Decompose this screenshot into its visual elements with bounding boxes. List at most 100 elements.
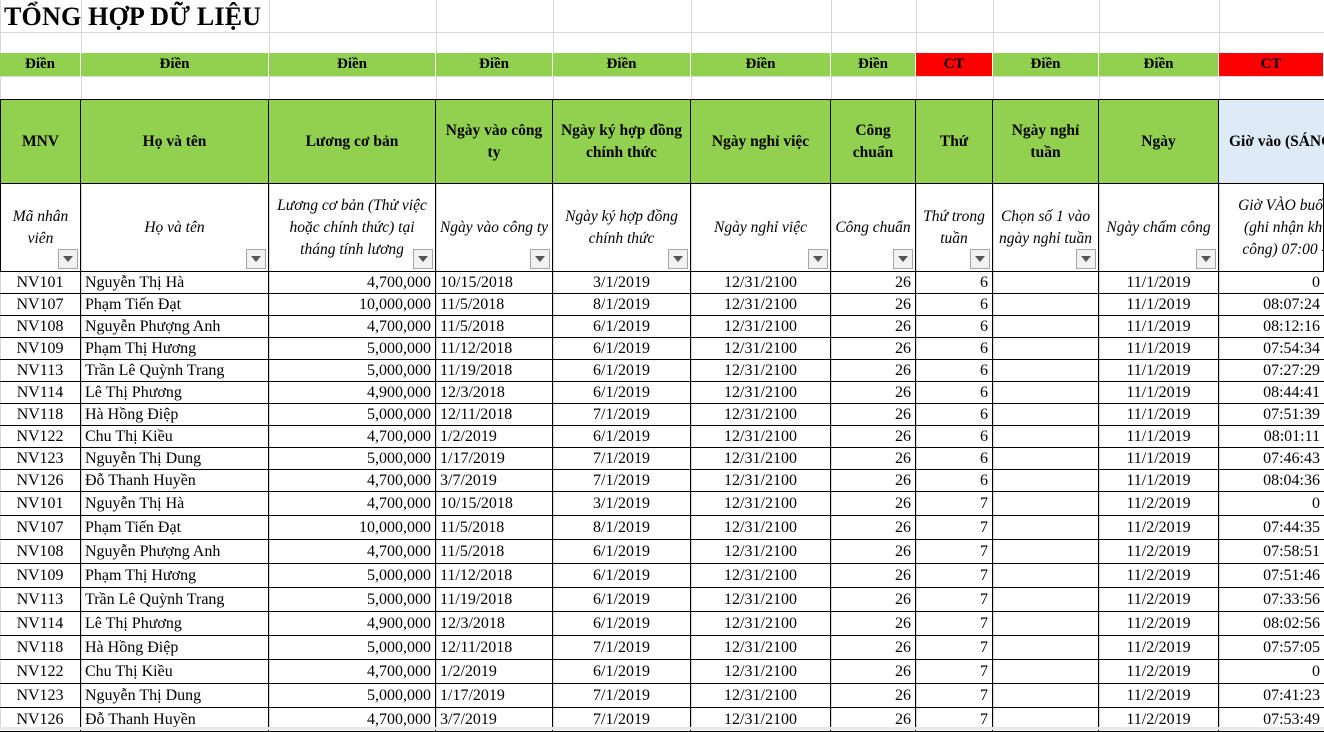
table-row[interactable]: NV114 Lê Thị Phương 4,900,000 12/3/2018 6/1/… [0,382,1324,404]
cell-salary[interactable]: 4,900,000 [269,612,436,636]
cell-mnv[interactable]: NV126 [0,470,81,492]
description-date[interactable]: Ngày chấm công [1099,184,1219,272]
cell-timein[interactable]: 07:41:23 [1219,684,1324,708]
cell-contract[interactable]: 7/1/2019 [553,684,691,708]
cell-date[interactable]: 11/2/2019 [1099,540,1219,564]
cell-weekday[interactable]: 7 [916,684,993,708]
header-timein[interactable]: Giờ vào (SÁNG [1219,99,1324,184]
header-contract[interactable]: Ngày ký hợp đồng chính thức [553,99,691,184]
cell-contract[interactable]: 8/1/2019 [553,294,691,316]
table-row[interactable]: NV118 Hà Hồng Điệp 5,000,000 12/11/2018 7/1/… [0,636,1324,660]
cell-leave[interactable]: 12/31/2100 [691,426,831,448]
cell-weekday[interactable]: 6 [916,316,993,338]
cell-name[interactable]: Chu Thị Kiều [81,426,269,448]
cell-timein[interactable]: 07:54:34 [1219,338,1324,360]
cell-date[interactable]: 11/1/2019 [1099,448,1219,470]
cell-mnv[interactable]: NV107 [0,294,81,316]
cell-mnv[interactable]: NV118 [0,636,81,660]
header-std[interactable]: Công chuẩn [831,99,916,184]
cell-mnv[interactable]: NV118 [0,404,81,426]
cell-timein[interactable]: 07:51:39 [1219,404,1324,426]
cell-salary[interactable]: 5,000,000 [269,636,436,660]
cell-contract[interactable]: 6/1/2019 [553,426,691,448]
cell-leave[interactable]: 12/31/2100 [691,684,831,708]
description-mnv[interactable]: Mã nhân viên [0,184,81,272]
description-timein[interactable]: Giờ VÀO buổi SÁNG (ghi nhận khi chấm côn… [1219,184,1324,272]
cell-salary[interactable]: 4,900,000 [269,382,436,404]
cell-start[interactable]: 11/5/2018 [436,516,553,540]
cell-leave[interactable]: 12/31/2100 [691,448,831,470]
cell-start[interactable]: 1/17/2019 [436,684,553,708]
filter-dropdown-icon[interactable] [893,249,913,269]
table-row[interactable]: NV109 Phạm Thị Hương 5,000,000 11/12/2018 6/… [0,338,1324,360]
cell-weekoff[interactable] [993,684,1099,708]
cell-std[interactable]: 26 [831,470,916,492]
cell-weekoff[interactable] [993,612,1099,636]
cell-std[interactable]: 26 [831,660,916,684]
cell-date[interactable]: 11/1/2019 [1099,272,1219,294]
cell-std[interactable]: 26 [831,516,916,540]
filter-dropdown-icon[interactable] [530,249,550,269]
cell-weekoff[interactable] [993,636,1099,660]
cell-date[interactable]: 11/1/2019 [1099,382,1219,404]
cell-weekday[interactable]: 6 [916,294,993,316]
cell-mnv[interactable]: NV114 [0,612,81,636]
cell-timein[interactable]: 07:27:29 [1219,360,1324,382]
cell-start[interactable]: 11/12/2018 [436,564,553,588]
cell-salary[interactable]: 10,000,000 [269,516,436,540]
cell-date[interactable]: 11/1/2019 [1099,470,1219,492]
cell-name[interactable]: Hà Hồng Điệp [81,636,269,660]
header-weekday[interactable]: Thứ [916,99,993,184]
cell-weekoff[interactable] [993,588,1099,612]
cell-contract[interactable]: 6/1/2019 [553,612,691,636]
cell-weekoff[interactable] [993,470,1099,492]
cell-weekoff[interactable] [993,564,1099,588]
cell-mnv[interactable]: NV107 [0,516,81,540]
cell-std[interactable]: 26 [831,338,916,360]
cell-weekoff[interactable] [993,316,1099,338]
cell-std[interactable]: 26 [831,612,916,636]
cell-weekoff[interactable] [993,294,1099,316]
cell-weekoff[interactable] [993,404,1099,426]
table-row[interactable]: NV123 Nguyễn Thị Dung 5,000,000 1/17/2019 7/… [0,684,1324,708]
filter-dropdown-icon[interactable] [1196,249,1216,269]
cell-name[interactable]: Nguyễn Phượng Anh [81,540,269,564]
cell-name[interactable]: Nguyễn Thị Dung [81,684,269,708]
cell-date[interactable]: 11/2/2019 [1099,636,1219,660]
cell-timein[interactable]: 0 [1219,492,1324,516]
cell-std[interactable]: 26 [831,588,916,612]
cell-name[interactable]: Trần Lê Quỳnh Trang [81,360,269,382]
table-row[interactable]: NV101 Nguyễn Thị Hà 4,700,000 10/15/2018 3/1… [0,492,1324,516]
cell-mnv[interactable]: NV101 [0,492,81,516]
table-row[interactable]: NV122 Chu Thị Kiều 4,700,000 1/2/2019 6/1/20… [0,426,1324,448]
description-contract[interactable]: Ngày ký hợp đồng chính thức [553,184,691,272]
cell-name[interactable]: Phạm Thị Hương [81,564,269,588]
cell-timein[interactable]: 07:33:56 [1219,588,1324,612]
cell-start[interactable]: 11/5/2018 [436,316,553,338]
cell-date[interactable]: 11/2/2019 [1099,516,1219,540]
tag-start[interactable]: Điền [436,53,553,76]
cell-date[interactable]: 11/2/2019 [1099,492,1219,516]
header-name[interactable]: Họ và tên [81,99,269,184]
cell-salary[interactable]: 5,000,000 [269,448,436,470]
cell-std[interactable]: 26 [831,272,916,294]
table-row[interactable]: NV113 Trần Lê Quỳnh Trang 5,000,000 11/19/2… [0,360,1324,382]
cell-salary[interactable]: 4,700,000 [269,316,436,338]
cell-name[interactable]: Hà Hồng Điệp [81,404,269,426]
cell-leave[interactable]: 12/31/2100 [691,588,831,612]
cell-leave[interactable]: 12/31/2100 [691,636,831,660]
cell-contract[interactable]: 6/1/2019 [553,564,691,588]
cell-start[interactable]: 12/3/2018 [436,382,553,404]
cell-date[interactable]: 11/2/2019 [1099,588,1219,612]
cell-mnv[interactable]: NV113 [0,588,81,612]
cell-timein[interactable]: 0 [1219,272,1324,294]
cell-name[interactable]: Nguyễn Phượng Anh [81,316,269,338]
cell-start[interactable]: 1/2/2019 [436,660,553,684]
cell-leave[interactable]: 12/31/2100 [691,660,831,684]
cell-name[interactable]: Lê Thị Phương [81,612,269,636]
cell-date[interactable]: 11/1/2019 [1099,426,1219,448]
cell-timein[interactable]: 07:44:35 [1219,516,1324,540]
cell-weekday[interactable]: 6 [916,338,993,360]
cell-contract[interactable]: 6/1/2019 [553,540,691,564]
description-salary[interactable]: Lương cơ bản (Thử việc hoặc chính thức) … [269,184,436,272]
